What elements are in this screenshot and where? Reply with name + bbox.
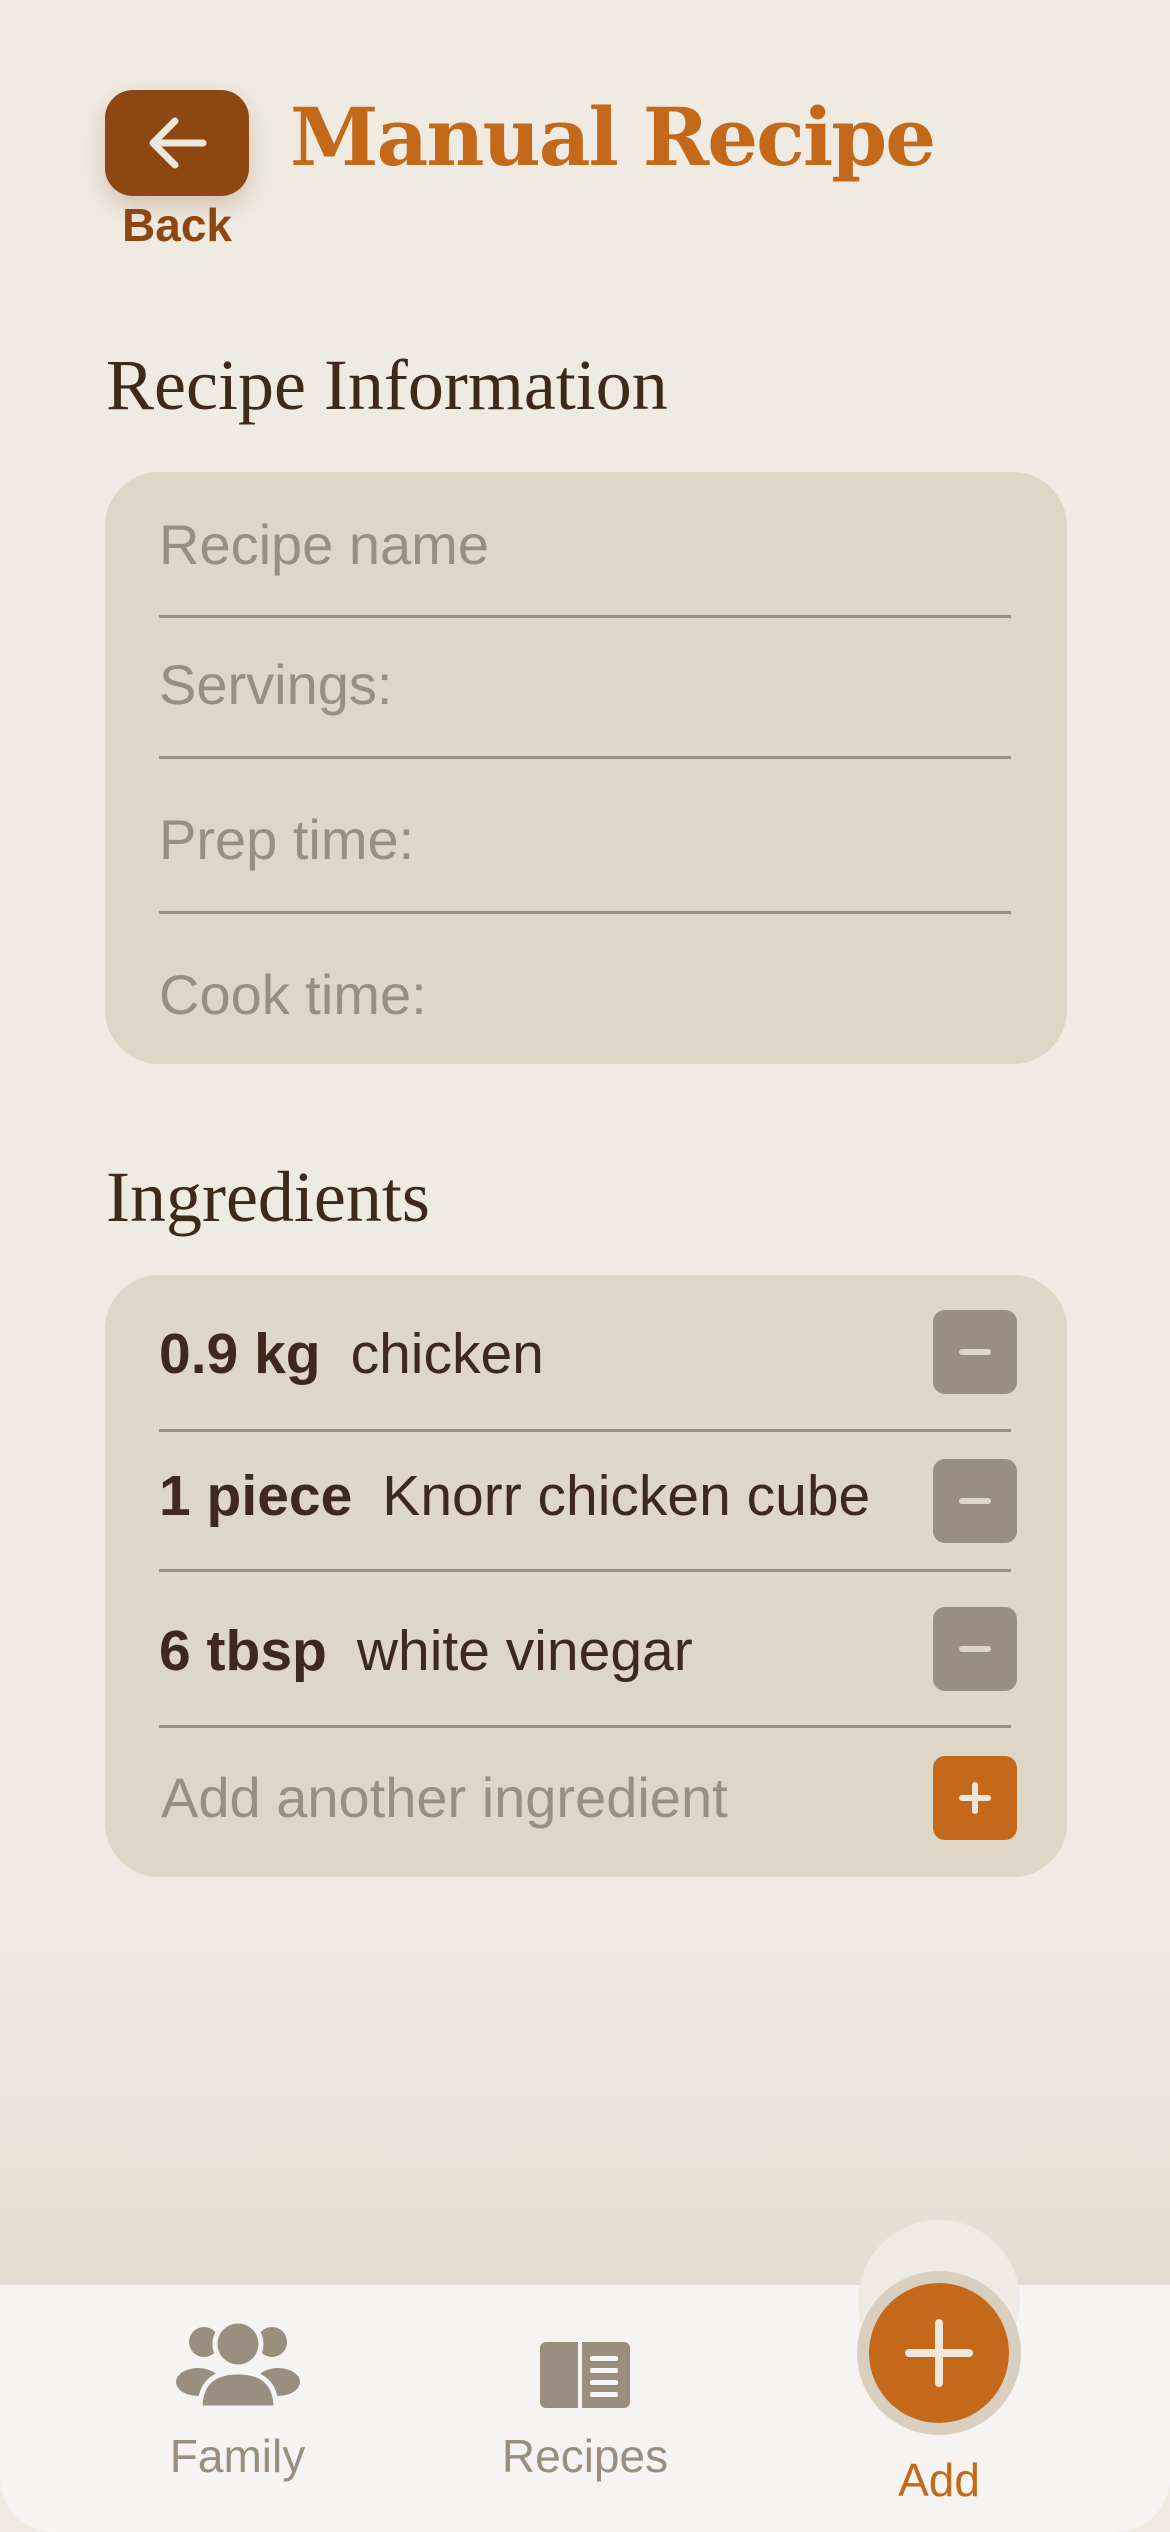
plus-icon <box>959 1782 991 1814</box>
minus-icon <box>959 1646 991 1652</box>
ingredient-quantity: 6 tbsp <box>159 1619 327 1683</box>
divider <box>159 615 1011 618</box>
add-ingredient-button[interactable] <box>933 1756 1017 1840</box>
recipe-info-card: Recipe name Servings: Prep time: Cook ti… <box>105 472 1067 1064</box>
divider <box>159 1569 1011 1572</box>
ingredient-name: white vinegar <box>356 1619 693 1683</box>
ingredient-name: chicken <box>350 1322 544 1386</box>
ingredient-item: 0.9 kg chicken <box>159 1321 544 1387</box>
divider <box>159 756 1011 759</box>
ingredient-item: 1 piece Knorr chicken cube <box>159 1463 870 1529</box>
recipe-name-field[interactable]: Recipe name <box>159 512 1011 577</box>
nav-add-label[interactable]: Add <box>869 2453 1009 2507</box>
recipe-info-title: Recipe Information <box>106 345 668 425</box>
ingredients-card: 0.9 kg chicken 1 piece Knorr chicken cube … <box>105 1275 1067 1877</box>
minus-icon <box>959 1498 991 1504</box>
prep-time-field[interactable]: Prep time: <box>159 807 1011 872</box>
divider <box>159 1725 1011 1728</box>
nav-family-label: Family <box>169 2430 306 2482</box>
minus-icon <box>959 1349 991 1355</box>
ingredient-item: 6 tbsp white vinegar <box>159 1618 693 1684</box>
ingredient-name: Knorr chicken cube <box>382 1464 871 1528</box>
remove-ingredient-button[interactable] <box>933 1310 1017 1394</box>
divider <box>159 911 1011 914</box>
page-title: Manual Recipe <box>290 90 936 184</box>
ingredients-title: Ingredients <box>106 1157 430 1237</box>
remove-ingredient-button[interactable] <box>933 1459 1017 1543</box>
ingredient-quantity: 1 piece <box>159 1464 353 1528</box>
back-button[interactable] <box>105 90 249 196</box>
nav-recipes-label: Recipes <box>501 2430 669 2482</box>
remove-ingredient-button[interactable] <box>933 1607 1017 1691</box>
manual-recipe-screen: Back Manual Recipe Recipe Information Re… <box>0 0 1170 2532</box>
add-icon <box>905 2319 973 2387</box>
nav-item-family[interactable]: Family <box>150 2318 325 2483</box>
divider <box>159 1429 1011 1432</box>
servings-field[interactable]: Servings: <box>159 652 1011 717</box>
recipe-book-icon <box>540 2342 630 2408</box>
add-ingredient-field[interactable]: Add another ingredient <box>161 1765 1013 1830</box>
cook-time-field[interactable]: Cook time: <box>159 962 1011 1027</box>
add-button[interactable] <box>869 2283 1009 2423</box>
nav-item-recipes[interactable]: Recipes <box>485 2340 685 2483</box>
ingredient-quantity: 0.9 kg <box>159 1322 321 1386</box>
arrow-left-icon <box>149 117 207 169</box>
back-label[interactable]: Back <box>105 198 249 252</box>
family-icon <box>175 2318 300 2411</box>
